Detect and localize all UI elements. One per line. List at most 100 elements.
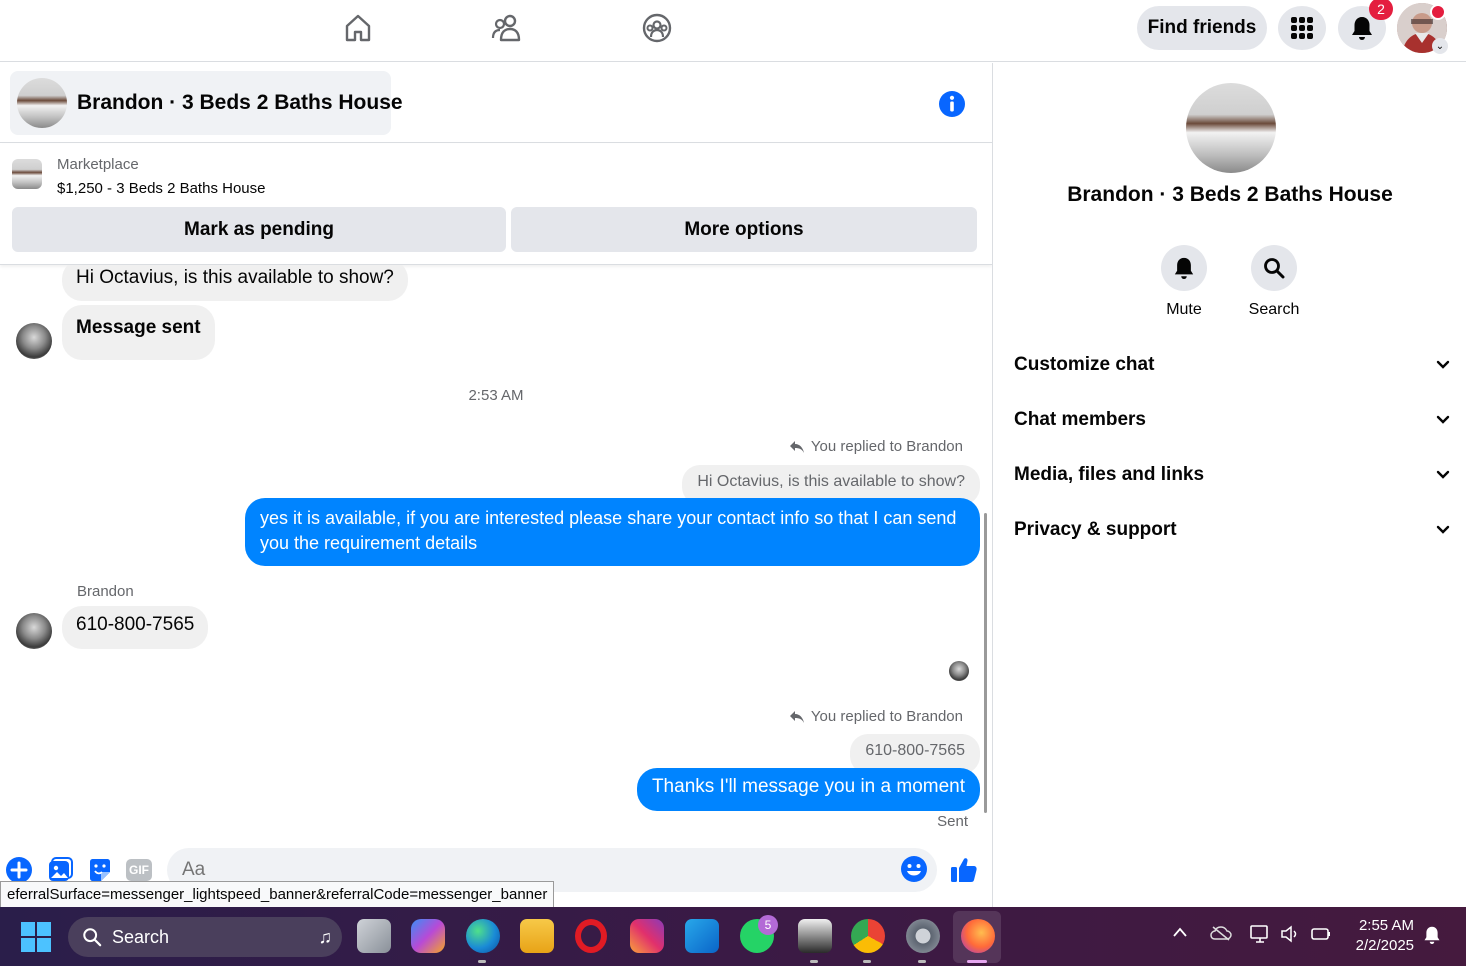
conversation-details-panel: Brandon · 3 Beds 2 Baths House Mute Sear… bbox=[992, 63, 1466, 907]
windows-taskbar: Search ♫ 5 2:55 AM 2/2/2025 bbox=[0, 907, 1466, 966]
section-label: Customize chat bbox=[1014, 354, 1155, 375]
running-indicator bbox=[863, 960, 871, 963]
firefox-icon[interactable] bbox=[961, 919, 995, 953]
notification-bell-icon[interactable] bbox=[1423, 924, 1441, 950]
home-icon[interactable] bbox=[338, 10, 378, 46]
outgoing-message[interactable]: Thanks I'll message you in a moment bbox=[636, 768, 980, 811]
chat-header: Brandon · 3 Beds 2 Baths House bbox=[0, 63, 992, 143]
section-privacy-support[interactable]: Privacy & support bbox=[1014, 510, 1450, 550]
message-timestamp: 2:53 AM bbox=[468, 387, 524, 404]
marketplace-label: Marketplace bbox=[57, 156, 139, 173]
profile-status-dot bbox=[1430, 4, 1446, 20]
friends-icon[interactable] bbox=[487, 10, 527, 46]
running-indicator bbox=[810, 960, 818, 963]
chevron-down-icon bbox=[1436, 525, 1450, 534]
search-highlight-icon: ♫ bbox=[318, 926, 333, 947]
emoji-icon[interactable] bbox=[900, 855, 928, 883]
whatsapp-badge: 5 bbox=[758, 915, 778, 935]
taskbar-search-label: Search bbox=[112, 926, 170, 947]
mark-as-pending-button[interactable]: Mark as pending bbox=[12, 207, 506, 252]
outlook-icon[interactable] bbox=[685, 919, 719, 953]
reply-note-text: You replied to Brandon bbox=[810, 438, 963, 455]
bell-icon bbox=[1352, 17, 1372, 40]
bell-icon bbox=[1161, 245, 1207, 291]
scrollbar[interactable] bbox=[984, 513, 987, 813]
task-view-icon[interactable] bbox=[357, 919, 391, 953]
copilot-icon[interactable] bbox=[411, 919, 445, 953]
app-icon[interactable] bbox=[798, 919, 832, 953]
outgoing-message[interactable]: yes it is available, if you are interest… bbox=[245, 498, 980, 566]
reply-note-text: You replied to Brandon bbox=[810, 708, 963, 725]
gif-label: GIF bbox=[126, 859, 152, 881]
find-friends-button[interactable]: Find friends bbox=[1137, 6, 1267, 50]
reply-icon bbox=[789, 440, 804, 453]
section-label: Chat members bbox=[1014, 409, 1146, 430]
incoming-message[interactable]: Hi Octavius, is this available to show? bbox=[62, 265, 408, 301]
reply-icon bbox=[789, 710, 804, 723]
notification-count-badge: 2 bbox=[1369, 0, 1393, 20]
edge-icon[interactable] bbox=[466, 919, 500, 953]
read-receipt-avatar bbox=[949, 661, 969, 681]
incoming-message[interactable]: 610-800-7565 bbox=[62, 606, 209, 649]
chevron-down-icon bbox=[1436, 470, 1450, 479]
running-indicator bbox=[478, 960, 486, 963]
reply-note: You replied to Brandon bbox=[789, 708, 963, 725]
chevron-down-icon bbox=[1436, 360, 1450, 369]
photo-icon[interactable] bbox=[46, 856, 74, 884]
more-options-button[interactable]: More options bbox=[511, 207, 977, 252]
active-indicator bbox=[967, 960, 987, 963]
incoming-message[interactable]: Message sent bbox=[62, 305, 215, 360]
instagram-icon[interactable] bbox=[630, 919, 664, 953]
mute-label: Mute bbox=[1166, 301, 1202, 318]
listing-thumbnail bbox=[17, 78, 67, 128]
conversation-avatar bbox=[1186, 83, 1276, 173]
clock-time: 2:55 AM bbox=[1358, 917, 1414, 934]
listing-title[interactable]: $1,250 - 3 Beds 2 Baths House bbox=[57, 180, 265, 197]
opera-icon[interactable] bbox=[575, 919, 607, 953]
gif-icon[interactable]: GIF bbox=[125, 856, 153, 884]
conversation-title: Brandon · 3 Beds 2 Baths House bbox=[1067, 183, 1393, 206]
like-icon[interactable] bbox=[948, 854, 980, 886]
running-indicator bbox=[918, 960, 926, 963]
plus-icon[interactable] bbox=[5, 856, 33, 884]
chevron-up-icon[interactable] bbox=[1172, 925, 1188, 942]
onedrive-icon[interactable] bbox=[1210, 925, 1232, 945]
sender-name: Brandon bbox=[77, 583, 134, 600]
sticker-icon[interactable] bbox=[86, 856, 114, 884]
section-customize-chat[interactable]: Customize chat bbox=[1014, 345, 1450, 385]
message-list[interactable]: Hi Octavius, is this available to show? … bbox=[0, 265, 992, 845]
volume-icon[interactable] bbox=[1280, 925, 1300, 947]
grid-icon bbox=[1291, 17, 1313, 39]
section-media-files-links[interactable]: Media, files and links bbox=[1014, 455, 1450, 495]
info-icon[interactable] bbox=[938, 90, 966, 118]
top-navigation-bar: Find friends 2 ⌄ bbox=[0, 0, 1466, 62]
sent-status: Sent bbox=[937, 813, 968, 830]
reply-note: You replied to Brandon bbox=[789, 438, 963, 455]
search-label: Search bbox=[1248, 301, 1300, 318]
menu-grid-button[interactable] bbox=[1278, 6, 1326, 50]
link-tooltip: eferralSurface=messenger_lightspeed_bann… bbox=[0, 881, 555, 908]
listing-small-thumbnail bbox=[12, 159, 42, 189]
settings-gear-icon[interactable] bbox=[906, 919, 940, 953]
mute-button[interactable]: Mute bbox=[1149, 245, 1219, 319]
clock[interactable]: 2:55 AM 2/2/2025 bbox=[1350, 917, 1414, 954]
network-icon[interactable] bbox=[1250, 924, 1272, 948]
groups-icon[interactable] bbox=[637, 10, 677, 46]
taskbar-search[interactable]: Search ♫ bbox=[68, 917, 342, 957]
battery-icon[interactable] bbox=[1310, 925, 1332, 947]
section-label: Media, files and links bbox=[1014, 464, 1205, 485]
chevron-down-icon[interactable]: ⌄ bbox=[1432, 38, 1448, 54]
search-icon bbox=[83, 928, 102, 947]
marketplace-banner: Marketplace $1,250 - 3 Beds 2 Baths Hous… bbox=[0, 144, 992, 265]
sender-avatar[interactable] bbox=[16, 323, 52, 359]
windows-start-icon[interactable] bbox=[21, 922, 51, 952]
section-chat-members[interactable]: Chat members bbox=[1014, 400, 1450, 440]
chrome-icon[interactable] bbox=[851, 919, 885, 953]
chat-title-button[interactable]: Brandon · 3 Beds 2 Baths House bbox=[10, 71, 403, 135]
file-explorer-icon[interactable] bbox=[520, 919, 554, 953]
section-label: Privacy & support bbox=[1014, 519, 1177, 540]
sender-avatar[interactable] bbox=[16, 613, 52, 649]
search-button[interactable]: Search bbox=[1239, 245, 1309, 319]
clock-date: 2/2/2025 bbox=[1355, 937, 1414, 954]
chat-title: Brandon · 3 Beds 2 Baths House bbox=[77, 91, 403, 114]
